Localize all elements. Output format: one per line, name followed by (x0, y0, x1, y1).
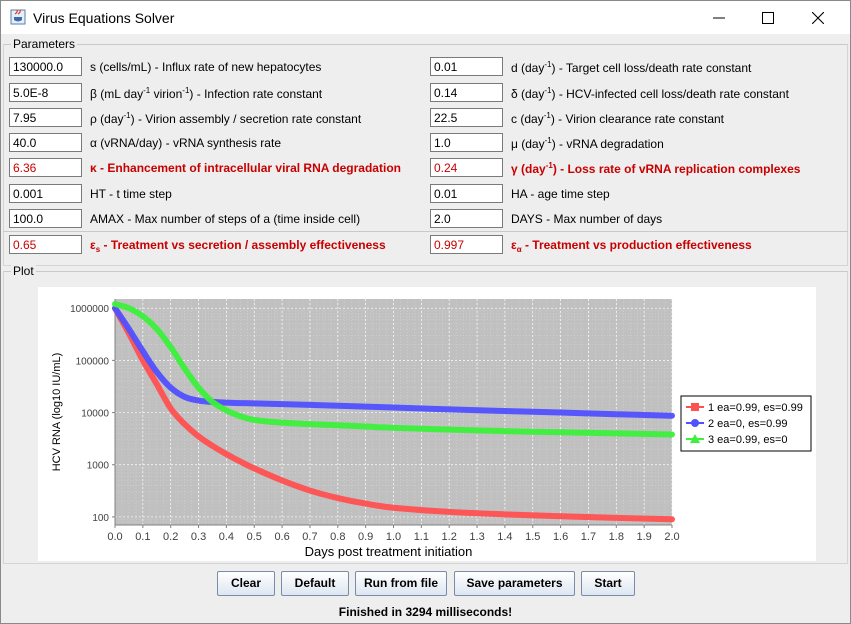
clear-button[interactable]: Clear (217, 571, 275, 596)
close-button[interactable] (795, 1, 841, 34)
x-axis-label: Days post treatment initiation (305, 544, 473, 559)
left-param-input[interactable] (9, 209, 82, 228)
right-param-label: εα - Treatment vs production effectivene… (511, 238, 752, 254)
left-param-input[interactable] (9, 83, 82, 102)
app-window: Virus Equations Solver Parameters s (cel… (0, 0, 851, 624)
left-param-label: εs - Treatment vs secretion / assembly e… (90, 238, 386, 254)
right-param-label: γ (day-1) - Loss rate of vRNA replicatio… (511, 161, 801, 176)
x-tick-label: 1.1 (414, 531, 429, 543)
content-pane: Parameters s (cells/mL) - Influx rate of… (1, 34, 850, 623)
maximize-icon (762, 12, 774, 24)
right-param-label: HA - age time step (511, 187, 610, 201)
left-param-input[interactable] (9, 108, 82, 127)
y-tick-label: 100 (92, 513, 109, 524)
left-param-label: β (mL day-1 virion-1) - Infection rate c… (90, 86, 323, 101)
x-tick-label: 1.6 (553, 531, 568, 543)
x-tick-label: 1.0 (386, 531, 401, 543)
y-tick-label: 1000000 (70, 304, 109, 315)
minimize-button[interactable] (696, 1, 742, 34)
java-app-icon (10, 9, 26, 25)
x-tick-label: 1.4 (497, 531, 512, 543)
right-param-label: d (day-1) - Target cell loss/death rate … (511, 60, 752, 75)
left-param-input[interactable] (9, 184, 82, 203)
x-tick-label: 0.7 (302, 531, 317, 543)
x-tick-label: 2.0 (664, 531, 679, 543)
right-param-input[interactable] (430, 235, 503, 254)
right-param-input[interactable] (430, 57, 503, 76)
right-param-label: DAYS - Max number of days (511, 212, 663, 226)
left-param-label: s (cells/mL) - Influx rate of new hepato… (90, 60, 322, 74)
right-param-input[interactable] (430, 209, 503, 228)
left-param-label: AMAX - Max number of steps of a (time in… (90, 212, 361, 226)
right-param-label: c (day-1) - Virion clearance rate consta… (511, 111, 725, 126)
left-param-input[interactable] (9, 133, 82, 152)
x-tick-label: 1.7 (581, 531, 596, 543)
run-from-file-button[interactable]: Run from file (355, 571, 447, 596)
x-tick-label: 0.4 (219, 531, 234, 543)
right-param-input[interactable] (430, 133, 503, 152)
right-param-input[interactable] (430, 184, 503, 203)
y-axis-label: HCV RNA (log10 IU/mL) (51, 353, 63, 472)
right-param-input[interactable] (430, 158, 503, 177)
start-button[interactable]: Start (581, 571, 635, 596)
window-title: Virus Equations Solver (33, 10, 175, 26)
maximize-button[interactable] (745, 1, 791, 34)
x-tick-label: 1.3 (469, 531, 484, 543)
right-param-label: δ (day-1) - HCV-infected cell loss/death… (511, 86, 789, 101)
default-button[interactable]: Default (281, 571, 349, 596)
x-tick-label: 1.2 (442, 531, 457, 543)
x-tick-label: 0.3 (191, 531, 206, 543)
plot-group-label: Plot (11, 264, 36, 278)
right-param-label: μ (day-1) - vRNA degradation (511, 136, 664, 151)
plot-area: 0.0 0.1 0.2 0.3 0.4 0.5 0.6 0.7 0.8 0.9 1.0 1.1 1.2 1… (38, 287, 816, 561)
x-tick-label: 0.9 (358, 531, 373, 543)
save-parameters-button[interactable]: Save parameters (454, 571, 575, 596)
left-param-label: HT - t time step (90, 187, 172, 201)
close-icon (812, 12, 824, 24)
parameters-group: Parameters (3, 37, 848, 266)
x-tick-label: 0.1 (135, 531, 150, 543)
right-param-input[interactable] (430, 83, 503, 102)
legend-entry-1: 1 ea=0.99, es=0.99 (708, 402, 803, 414)
title-bar: Virus Equations Solver (1, 1, 850, 34)
legend-entry-3: 3 ea=0.99, es=0 (708, 434, 788, 446)
hcv-rna-chart: 0.0 0.1 0.2 0.3 0.4 0.5 0.6 0.7 0.8 0.9 1.0 1.1 1.2 1… (51, 299, 812, 559)
minimize-icon (713, 17, 725, 19)
x-tick-label: 1.5 (525, 531, 540, 543)
left-param-label: κ - Enhancement of intracellular viral R… (90, 161, 401, 175)
right-param-input[interactable] (430, 108, 503, 127)
left-param-label: ρ (day-1) - Virion assembly / secretion … (90, 111, 362, 126)
y-tick-label: 10000 (81, 409, 109, 420)
left-param-input[interactable] (9, 235, 82, 254)
parameters-group-label: Parameters (11, 37, 78, 51)
legend-circle-marker (691, 419, 699, 427)
left-param-label: α (vRNA/day) - vRNA synthesis rate (90, 136, 281, 150)
y-tick-label: 1000 (87, 461, 110, 472)
x-tick-label: 1.8 (609, 531, 624, 543)
x-tick-label: 0.8 (330, 531, 345, 543)
y-tick-label: 100000 (76, 356, 110, 367)
left-param-input[interactable] (9, 158, 82, 177)
x-tick-label: 0.6 (274, 531, 289, 543)
left-param-input[interactable] (9, 57, 82, 76)
parameter-separator (3, 231, 848, 232)
x-tick-label: 1.9 (637, 531, 652, 543)
legend-entry-2: 2 ea=0, es=0.99 (708, 418, 788, 430)
x-tick-label: 0.5 (247, 531, 262, 543)
x-tick-label: 0.2 (163, 531, 178, 543)
status-message: Finished in 3294 milliseconds! (338, 605, 513, 619)
x-tick-label: 0.0 (107, 531, 122, 543)
legend-square-marker (691, 403, 699, 411)
